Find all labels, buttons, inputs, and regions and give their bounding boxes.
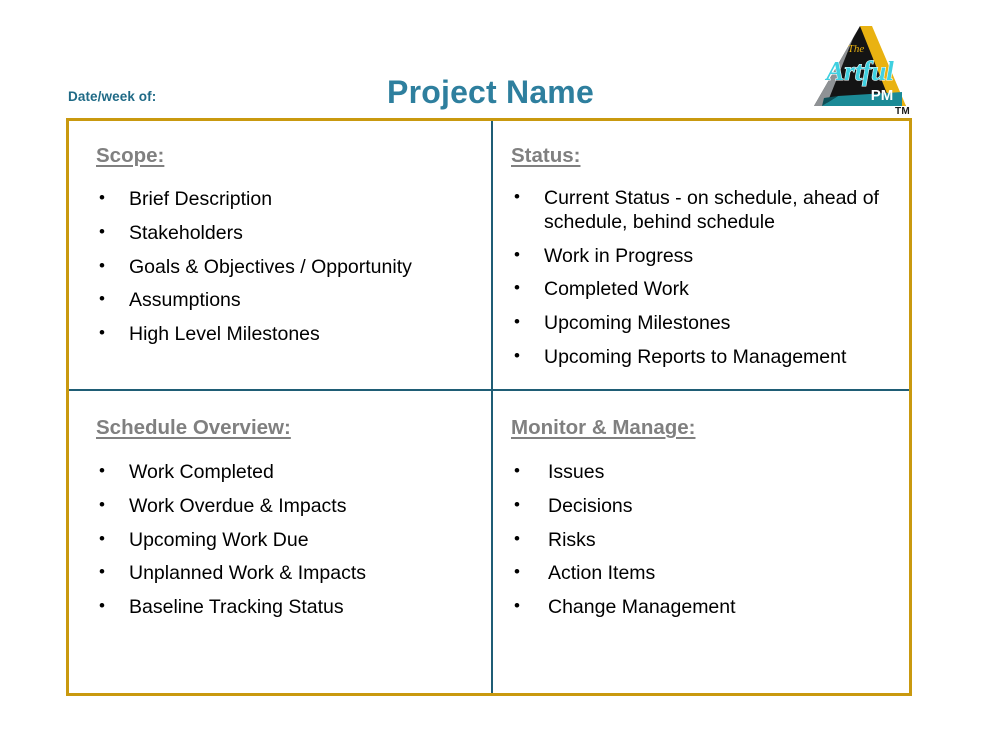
svg-text:The: The (848, 43, 865, 55)
list-item: Risks (511, 528, 895, 553)
trademark-symbol: TM (894, 106, 910, 117)
artful-pm-logo: The Artful PM TM (812, 24, 910, 119)
status-report-grid: Scope: Brief Description Stakeholders Go… (66, 118, 912, 696)
quadrant-heading-status: Status: (511, 144, 581, 167)
list-item: Stakeholders (96, 221, 477, 246)
list-item: Current Status - on schedule, ahead of s… (511, 186, 895, 235)
logo-triangle-icon: The Artful PM (814, 26, 906, 106)
list-item: Upcoming Work Due (96, 528, 477, 553)
quadrant-scope: Scope: Brief Description Stakeholders Go… (69, 121, 491, 389)
list-item: Action Items (511, 561, 895, 586)
list-item: Assumptions (96, 288, 477, 313)
svg-text:PM: PM (871, 87, 894, 104)
list-item: Upcoming Reports to Management (511, 345, 895, 370)
quadrant-heading-scope: Scope: (96, 144, 165, 167)
list-item: Brief Description (96, 187, 477, 212)
list-item: Unplanned Work & Impacts (96, 561, 477, 586)
list-item: Decisions (511, 494, 895, 519)
list-item: High Level Milestones (96, 322, 477, 347)
list-item: Baseline Tracking Status (96, 595, 477, 620)
list-item: Work Overdue & Impacts (96, 494, 477, 519)
status-list: Current Status - on schedule, ahead of s… (511, 186, 895, 370)
list-item: Work in Progress (511, 244, 895, 269)
quadrant-heading-schedule-overview: Schedule Overview: (96, 416, 291, 439)
quadrant-status: Status: Current Status - on schedule, ah… (493, 121, 909, 389)
quadrant-heading-monitor-manage: Monitor & Manage: (511, 416, 696, 439)
monitor-manage-list: Issues Decisions Risks Action Items Chan… (511, 460, 895, 620)
list-item: Change Management (511, 595, 895, 620)
quadrant-schedule-overview: Schedule Overview: Work Completed Work O… (69, 391, 491, 693)
list-item: Upcoming Milestones (511, 311, 895, 336)
list-item: Work Completed (96, 460, 477, 485)
list-item: Goals & Objectives / Opportunity (96, 255, 477, 280)
slide-header: Date/week of: Project Name The Artful PM… (0, 0, 981, 118)
list-item: Completed Work (511, 277, 895, 302)
svg-text:Artful: Artful (824, 56, 894, 86)
schedule-overview-list: Work Completed Work Overdue & Impacts Up… (96, 460, 477, 620)
list-item: Issues (511, 460, 895, 485)
quadrant-monitor-manage: Monitor & Manage: Issues Decisions Risks… (493, 391, 909, 693)
scope-list: Brief Description Stakeholders Goals & O… (96, 187, 477, 347)
